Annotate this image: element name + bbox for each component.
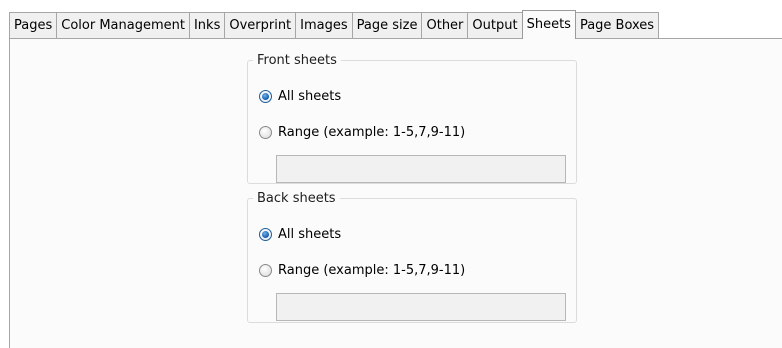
- tab-bar: Pages Color Management Inks Overprint Im…: [9, 10, 782, 39]
- tab-page-size[interactable]: Page size: [351, 12, 423, 39]
- back-range-input[interactable]: [276, 293, 566, 321]
- back-range-label: Range (example: 1-5,7,9-11): [278, 263, 466, 278]
- front-sheets-group: Front sheets All sheets Range (example: …: [247, 53, 577, 184]
- back-sheets-title: Back sheets: [257, 191, 336, 206]
- tab-images[interactable]: Images: [295, 12, 353, 39]
- tab-output[interactable]: Output: [467, 12, 523, 39]
- tab-color-management[interactable]: Color Management: [56, 12, 190, 39]
- tab-pages[interactable]: Pages: [9, 12, 58, 39]
- tab-page-boxes[interactable]: Page Boxes: [574, 12, 660, 39]
- back-all-sheets-label: All sheets: [278, 227, 342, 242]
- tab-inks[interactable]: Inks: [188, 12, 226, 39]
- sheets-panel: Front sheets All sheets Range (example: …: [9, 38, 782, 348]
- front-range-option[interactable]: Range (example: 1-5,7,9-11): [259, 125, 465, 140]
- front-all-sheets-label: All sheets: [278, 89, 342, 104]
- back-all-sheets-option[interactable]: All sheets: [259, 227, 341, 242]
- front-range-radio[interactable]: [259, 126, 272, 139]
- back-sheets-group: Back sheets All sheets Range (example: 1…: [247, 191, 577, 323]
- tab-sheets[interactable]: Sheets: [521, 10, 576, 39]
- tab-other[interactable]: Other: [421, 12, 469, 39]
- front-range-label: Range (example: 1-5,7,9-11): [278, 125, 466, 140]
- front-range-input[interactable]: [276, 155, 566, 183]
- tab-overprint[interactable]: Overprint: [224, 12, 297, 39]
- front-all-sheets-radio[interactable]: [259, 90, 272, 103]
- front-all-sheets-option[interactable]: All sheets: [259, 89, 341, 104]
- front-sheets-title: Front sheets: [257, 53, 337, 68]
- back-range-radio[interactable]: [259, 264, 272, 277]
- back-range-option[interactable]: Range (example: 1-5,7,9-11): [259, 263, 465, 278]
- back-all-sheets-radio[interactable]: [259, 228, 272, 241]
